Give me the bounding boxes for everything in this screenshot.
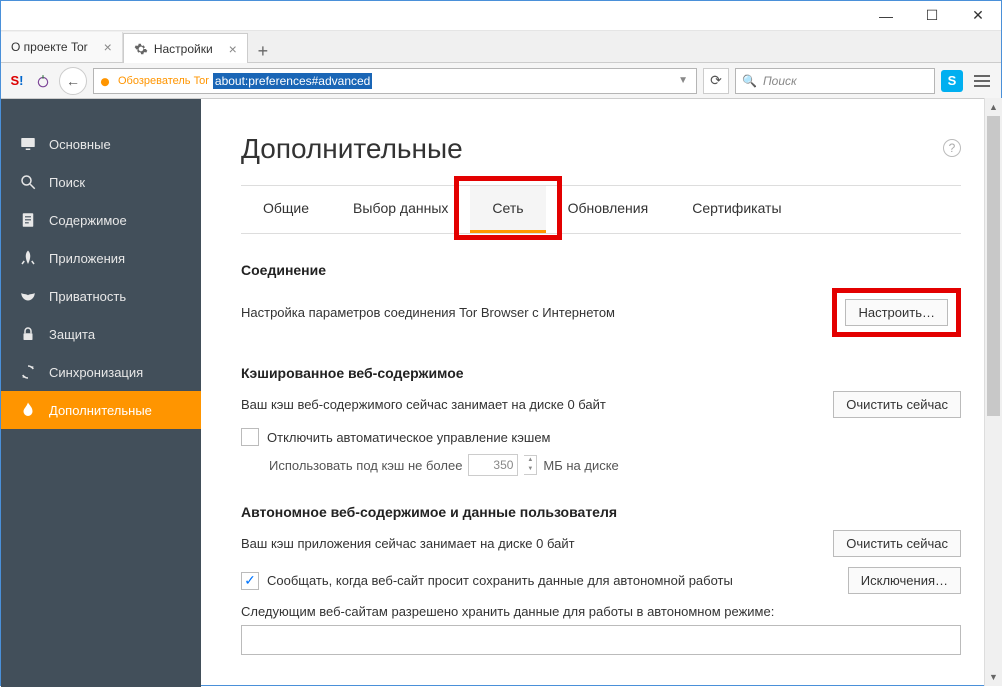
sidebar-item-label: Основные [49, 137, 111, 152]
settings-button[interactable]: Настроить… [845, 299, 948, 326]
window-titlebar: — ☐ ✕ [1, 1, 1001, 31]
browser-toolbar: S! ← Обозреватель Tor about:preferences#… [1, 63, 1001, 99]
offline-desc: Ваш кэш приложения сейчас занимает на ди… [241, 536, 575, 551]
search-box[interactable]: 🔍 Поиск [735, 68, 935, 94]
cache-limit-input[interactable] [468, 454, 518, 476]
subtab-certs[interactable]: Сертификаты [670, 186, 803, 233]
document-icon [19, 211, 37, 229]
sidebar-item-security[interactable]: Защита [1, 315, 201, 353]
subtab-updates[interactable]: Обновления [546, 186, 671, 233]
section-heading: Соединение [241, 262, 961, 278]
section-connection: Соединение Настройка параметров соединен… [241, 262, 961, 337]
cache-limit-label-pre: Использовать под кэш не более [269, 458, 462, 473]
tab-label: Настройки [154, 42, 213, 56]
offline-sites-list[interactable] [241, 625, 961, 655]
sidebar-item-sync[interactable]: Синхронизация [1, 353, 201, 391]
reload-button[interactable]: ⟳ [703, 68, 729, 94]
checkbox-label: Сообщать, когда веб-сайт просит сохранит… [267, 573, 733, 588]
search-placeholder: Поиск [763, 74, 797, 88]
connection-desc: Настройка параметров соединения Tor Brow… [241, 305, 615, 320]
sidebar-item-content[interactable]: Содержимое [1, 201, 201, 239]
help-icon[interactable]: ? [943, 139, 961, 157]
sidebar-item-label: Поиск [49, 175, 85, 190]
sidebar-item-label: Защита [49, 327, 95, 342]
search-icon: 🔍 [742, 74, 757, 88]
gear-icon [134, 42, 148, 56]
subtab-general[interactable]: Общие [241, 186, 331, 233]
sidebar-item-general[interactable]: Основные [1, 125, 201, 163]
tor-onion-icon[interactable] [33, 71, 53, 91]
browser-tab-about-tor[interactable]: О проекте Tor × [1, 32, 123, 62]
window-minimize-button[interactable]: — [863, 1, 909, 31]
extension-icon-s[interactable]: S! [7, 71, 27, 91]
clear-cache-button[interactable]: Очистить сейчас [833, 391, 961, 418]
sync-icon [19, 363, 37, 381]
exceptions-button[interactable]: Исключения… [848, 567, 961, 594]
new-tab-button[interactable]: + [248, 41, 278, 62]
monitor-icon [19, 135, 37, 153]
scroll-up-arrow[interactable]: ▲ [985, 98, 1002, 116]
sidebar-item-label: Дополнительные [49, 403, 152, 418]
content-area: Основные Поиск Содержимое Приложения При… [1, 99, 1001, 687]
browser-tab-bar: О проекте Tor × Настройки × + [1, 31, 1001, 63]
sidebar-item-label: Приложения [49, 251, 125, 266]
section-heading: Кэшированное веб-содержимое [241, 365, 961, 381]
url-text: about:preferences#advanced [213, 73, 372, 89]
onion-identity-icon [98, 74, 112, 88]
rocket-icon [19, 249, 37, 267]
spinner-buttons[interactable]: ▲▼ [524, 455, 537, 475]
identity-label: Обозреватель Tor [118, 75, 209, 87]
flame-icon [19, 401, 37, 419]
search-icon [19, 173, 37, 191]
section-cache: Кэшированное веб-содержимое Ваш кэш веб-… [241, 365, 961, 476]
url-dropdown-icon[interactable]: ▼ [674, 75, 692, 86]
tab-close-icon[interactable]: × [104, 39, 112, 55]
page-title: Дополнительные [241, 133, 961, 165]
override-cache-checkbox[interactable] [241, 428, 259, 446]
sidebar-item-label: Синхронизация [49, 365, 143, 380]
section-heading: Автономное веб-содержимое и данные польз… [241, 504, 961, 520]
subtab-data[interactable]: Выбор данных [331, 186, 470, 233]
sidebar-item-applications[interactable]: Приложения [1, 239, 201, 277]
scroll-thumb[interactable] [987, 116, 1000, 416]
sidebar-item-advanced[interactable]: Дополнительные [1, 391, 201, 429]
cache-limit-label-post: МБ на диске [543, 458, 618, 473]
offline-list-label: Следующим веб-сайтам разрешено хранить д… [241, 604, 961, 619]
skype-icon[interactable]: S [941, 70, 963, 92]
cache-desc: Ваш кэш веб-содержимого сейчас занимает … [241, 397, 606, 412]
mask-icon [19, 287, 37, 305]
subtab-bar: Общие Выбор данных Сеть Обновления Серти… [241, 185, 961, 234]
lock-icon [19, 325, 37, 343]
window-close-button[interactable]: ✕ [955, 1, 1001, 31]
sidebar-item-label: Содержимое [49, 213, 127, 228]
subtab-network[interactable]: Сеть [470, 186, 545, 233]
window-maximize-button[interactable]: ☐ [909, 1, 955, 31]
url-bar[interactable]: Обозреватель Tor about:preferences#advan… [93, 68, 697, 94]
nav-back-button[interactable]: ← [59, 67, 87, 95]
sidebar-item-search[interactable]: Поиск [1, 163, 201, 201]
highlight-box: Настроить… [832, 288, 961, 337]
tab-label: О проекте Tor [11, 40, 88, 54]
tab-close-icon[interactable]: × [229, 41, 237, 57]
checkbox-label: Отключить автоматическое управление кэше… [267, 430, 551, 445]
clear-offline-button[interactable]: Очистить сейчас [833, 530, 961, 557]
notify-offline-checkbox[interactable] [241, 572, 259, 590]
vertical-scrollbar[interactable]: ▲ ▼ [984, 98, 1002, 686]
menu-button[interactable] [969, 68, 995, 94]
sidebar-item-label: Приватность [49, 289, 126, 304]
scroll-down-arrow[interactable]: ▼ [985, 668, 1002, 686]
preferences-sidebar: Основные Поиск Содержимое Приложения При… [1, 99, 201, 687]
sidebar-item-privacy[interactable]: Приватность [1, 277, 201, 315]
preferences-main: Дополнительные ? Общие Выбор данных Сеть… [201, 99, 1001, 687]
browser-tab-settings[interactable]: Настройки × [123, 33, 248, 63]
section-offline: Автономное веб-содержимое и данные польз… [241, 504, 961, 655]
